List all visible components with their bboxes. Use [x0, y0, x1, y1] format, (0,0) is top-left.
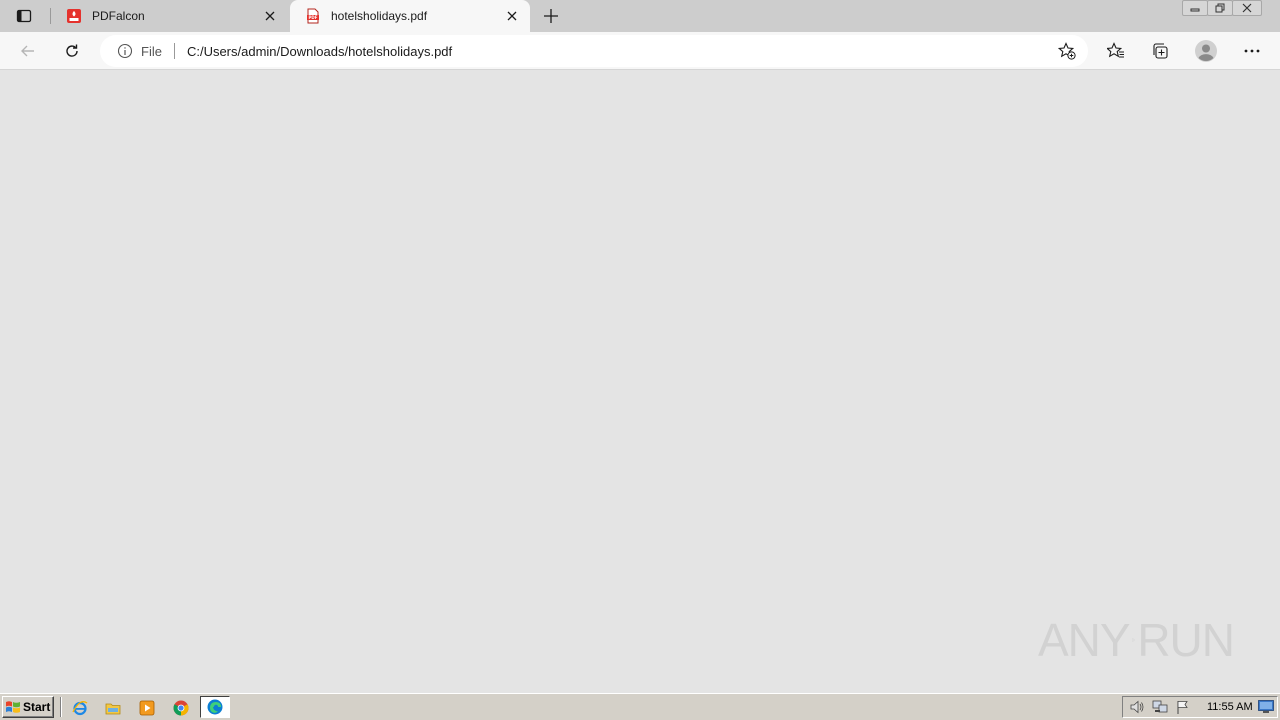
minimize-icon [1190, 8, 1200, 12]
close-icon [265, 11, 275, 21]
start-button[interactable]: Start [2, 696, 54, 718]
flag-icon [1177, 701, 1188, 714]
system-tray: 11:55 AM [1122, 696, 1278, 718]
taskbar-separator [60, 697, 62, 717]
svg-text:PDF: PDF [309, 15, 318, 20]
tray-volume[interactable] [1128, 699, 1146, 715]
anyrun-watermark: ANY RUN [1038, 607, 1235, 673]
close-icon [507, 11, 517, 21]
site-info-button[interactable] [117, 43, 133, 59]
tab-separator [50, 8, 51, 24]
play-logo-icon [1131, 638, 1136, 642]
chrome-icon [173, 700, 189, 716]
window-controls [1182, 0, 1262, 18]
back-button[interactable] [14, 37, 42, 65]
edge-icon [207, 699, 223, 715]
restore-button[interactable] [1207, 0, 1233, 16]
tray-network[interactable] [1151, 699, 1169, 715]
quicklaunch-edge[interactable] [200, 696, 230, 718]
avatar-icon [1195, 40, 1217, 62]
plus-icon [544, 9, 558, 23]
tab-close-button[interactable] [258, 4, 282, 28]
info-icon [117, 43, 133, 59]
quicklaunch-explorer[interactable] [103, 698, 123, 718]
favorites-icon [1107, 42, 1124, 58]
profile-button[interactable] [1192, 37, 1220, 65]
close-icon [1242, 3, 1252, 13]
windows-logo-icon [6, 701, 20, 713]
scheme-label: File [141, 43, 162, 59]
taskbar: Start 11:55 AM [0, 693, 1280, 720]
settings-menu-button[interactable] [1238, 37, 1266, 65]
tab-actions-icon [16, 9, 32, 23]
quicklaunch-media[interactable] [137, 698, 157, 718]
tab-title: hotelsholidays.pdf [331, 9, 428, 23]
tray-flag[interactable] [1174, 699, 1192, 715]
start-label: Start [23, 700, 51, 714]
tab-pdfalcon[interactable]: PDFalcon [56, 0, 288, 32]
address-divider [173, 43, 175, 59]
quicklaunch-chrome[interactable] [171, 698, 191, 718]
volume-icon [1130, 700, 1144, 714]
add-favorite-icon[interactable] [1058, 42, 1076, 60]
refresh-button[interactable] [58, 37, 86, 65]
taskbar-clock[interactable]: 11:55 AM [1207, 701, 1253, 713]
internet-explorer-icon [72, 701, 88, 716]
new-tab-button[interactable] [539, 4, 563, 28]
collections-button[interactable] [1146, 37, 1174, 65]
tab-actions-button[interactable] [8, 4, 40, 28]
pdfalcon-icon [67, 9, 81, 23]
tab-title: PDFalcon [92, 9, 145, 23]
pdf-file-icon: PDF [307, 8, 319, 24]
url-text[interactable]: C:/Users/admin/Downloads/hotelsholidays.… [187, 44, 452, 59]
address-bar[interactable]: File C:/Users/admin/Downloads/hotelsholi… [100, 35, 1088, 67]
pdf-viewer-area[interactable] [0, 71, 1280, 693]
favorites-button[interactable] [1102, 37, 1130, 65]
tab-strip: PDFalcon PDF hotelsholidays.pdf [0, 0, 1280, 32]
network-icon [1152, 700, 1168, 713]
close-window-button[interactable] [1232, 0, 1262, 16]
browser-toolbar: File C:/Users/admin/Downloads/hotelsholi… [0, 32, 1280, 70]
watermark-right-text: RUN [1137, 614, 1235, 666]
tab-hotelsholidays[interactable]: PDF hotelsholidays.pdf [290, 0, 530, 32]
refresh-icon [66, 44, 78, 57]
quicklaunch-ie[interactable] [70, 698, 90, 718]
collections-icon [1153, 43, 1168, 59]
back-arrow-icon [21, 45, 34, 57]
minimize-button[interactable] [1182, 0, 1208, 16]
restore-icon [1215, 3, 1225, 13]
file-explorer-icon [105, 703, 121, 715]
media-player-icon [139, 700, 155, 716]
watermark-left-text: ANY [1038, 614, 1131, 666]
more-options-icon [1244, 49, 1260, 53]
tab-close-button[interactable] [500, 4, 524, 28]
show-desktop-icon[interactable] [1258, 700, 1274, 714]
